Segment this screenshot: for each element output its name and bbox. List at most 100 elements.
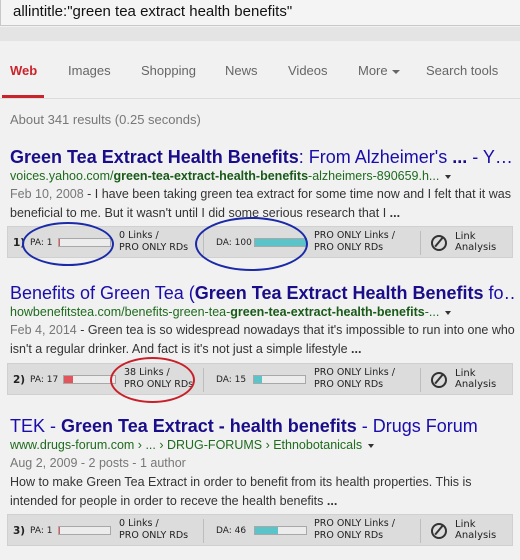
title-tail: - Drugs Forum <box>356 416 478 436</box>
url-bold: green-tea-extract-health-benefits <box>230 305 425 319</box>
search-result: TEK - Green Tea Extract - health benefit… <box>10 415 515 511</box>
url-options-caret-icon[interactable] <box>445 174 452 179</box>
tab-videos[interactable]: Videos <box>288 63 328 78</box>
result-title-link[interactable]: Green Tea Extract Health Benefits: From … <box>10 146 515 168</box>
links-count: 0 Links / <box>119 230 159 241</box>
divider <box>420 231 421 255</box>
divider <box>203 368 204 392</box>
search-tabs: Web Images Shopping News Videos More Sea… <box>0 41 520 99</box>
da-bar <box>254 238 307 247</box>
seo-metrics-bar: 1) PA: 1 0 Links / PRO ONLY RDs DA: 100 P… <box>7 226 513 258</box>
url-post: -alzheimers-890659.h... <box>308 169 440 183</box>
chevron-down-icon <box>391 69 400 74</box>
pa-label: PA: 1 <box>30 526 53 536</box>
url-bold: green-tea-extract-health-benefits <box>113 169 309 183</box>
result-date: Feb 10, 2008 <box>10 187 84 201</box>
title-text: Benefits of Green Tea ( <box>10 283 195 303</box>
domain-links-count: PRO ONLY Links / <box>314 518 395 529</box>
result-url: voices.yahoo.com/green-tea-extract-healt… <box>10 168 515 185</box>
pa-bar-fill <box>64 376 73 383</box>
url-pre: voices.yahoo.com/ <box>10 169 114 183</box>
page-links: 38 Links / PRO ONLY RDs <box>124 367 193 391</box>
da-bar-fill <box>255 239 306 246</box>
pa-label: PA: 17 <box>30 375 59 385</box>
da-bar-fill <box>254 376 262 383</box>
page-links: 0 Links / PRO ONLY RDs <box>119 518 188 542</box>
da-bar-fill <box>255 527 279 534</box>
title-text: TEK - <box>10 416 62 436</box>
pa-bar <box>58 526 111 535</box>
snippet-text: - I have been taking green tea extract f… <box>10 187 511 220</box>
title-bold: Green Tea Extract - health benefits <box>61 416 357 436</box>
divider <box>420 519 421 543</box>
compass-icon <box>431 372 447 388</box>
result-title-link[interactable]: Benefits of Green Tea (Green Tea Extract… <box>10 282 515 304</box>
result-date: Feb 4, 2014 <box>10 323 77 337</box>
snippet-ellipsis: ... <box>389 206 401 220</box>
tab-news[interactable]: News <box>225 63 258 78</box>
title-tail: - Y… <box>467 147 513 167</box>
result-stats: About 341 results (0.25 seconds) <box>10 112 201 127</box>
title-bold: Green Tea Extract Health Benefits <box>10 147 299 167</box>
title-bold: Green Tea Extract Health Benefits <box>194 283 484 303</box>
tab-more-label: More <box>358 63 388 78</box>
title-text: : From Alzheimer's <box>298 147 453 167</box>
domain-links-count: PRO ONLY Links / <box>314 367 395 378</box>
active-tab-indicator <box>2 95 44 98</box>
da-label: DA: 46 <box>216 526 247 536</box>
domain-links: PRO ONLY Links / PRO ONLY RDs <box>314 367 395 391</box>
da-label: DA: 100 <box>216 238 252 248</box>
links-count: 0 Links / <box>119 518 159 529</box>
da-bar <box>253 375 306 384</box>
rds-count: PRO ONLY RDs <box>124 379 194 390</box>
result-meta: Aug 2, 2009 - 2 posts - 1 author <box>10 454 515 473</box>
url-breadcrumb: www.drugs-forum.com › ... › DRUG-FORUMS … <box>10 438 363 452</box>
domain-rds-count: PRO ONLY RDs <box>314 242 384 253</box>
result-url: www.drugs-forum.com › ... › DRUG-FORUMS … <box>10 437 515 454</box>
pa-bar <box>63 375 116 384</box>
domain-links: PRO ONLY Links / PRO ONLY RDs <box>314 230 395 254</box>
snippet-ellipsis: ... <box>351 342 362 356</box>
da-label: DA: 15 <box>216 375 247 385</box>
search-result: Green Tea Extract Health Benefits: From … <box>10 146 515 223</box>
snippet-ellipsis: ... <box>326 494 338 508</box>
result-title-link[interactable]: TEK - Green Tea Extract - health benefit… <box>10 415 515 437</box>
url-pre: howbenefitstea.com/benefits-green-tea- <box>10 305 231 319</box>
tab-web[interactable]: Web <box>10 63 37 78</box>
seo-metrics-bar: 2) PA: 17 38 Links / PRO ONLY RDs DA: 15 … <box>7 363 513 395</box>
links-count: 38 Links / <box>124 367 170 378</box>
result-url: howbenefitstea.com/benefits-green-tea-gr… <box>10 304 515 321</box>
search-query[interactable]: allintitle:"green tea extract health ben… <box>13 3 292 20</box>
divider <box>420 368 421 392</box>
url-options-caret-icon[interactable] <box>445 310 452 315</box>
compass-icon <box>431 523 447 539</box>
search-input[interactable]: allintitle:"green tea extract health ben… <box>0 0 520 26</box>
result-snippet: How to make Green Tea Extract in order t… <box>10 473 515 511</box>
title-ellipsis: ... <box>452 147 468 167</box>
snippet-text: How to make Green Tea Extract in order t… <box>10 475 472 508</box>
result-rank: 3) <box>13 525 26 537</box>
result-rank: 2) <box>13 374 26 386</box>
domain-links-count: PRO ONLY Links / <box>314 230 395 241</box>
compass-icon <box>431 235 447 251</box>
url-options-caret-icon[interactable] <box>368 443 375 448</box>
divider <box>203 231 204 255</box>
search-result: Benefits of Green Tea (Green Tea Extract… <box>10 282 515 359</box>
page-links: 0 Links / PRO ONLY RDs <box>119 230 188 254</box>
tab-more[interactable]: More <box>358 63 400 78</box>
pa-bar <box>58 238 111 247</box>
tab-search-tools[interactable]: Search tools <box>426 63 498 78</box>
tab-shopping[interactable]: Shopping <box>141 63 196 78</box>
result-rank: 1) <box>13 237 26 249</box>
pa-label: PA: 1 <box>30 238 53 248</box>
tab-images[interactable]: Images <box>68 63 111 78</box>
pa-bar-fill <box>59 527 61 534</box>
title-tail: fo… <box>488 283 515 303</box>
link-analysis-label: Link Analysis <box>455 368 497 390</box>
da-bar <box>254 526 307 535</box>
link-analysis-label: Link Analysis <box>455 519 497 541</box>
divider <box>203 519 204 543</box>
url-post: -... <box>424 305 440 319</box>
header-band <box>0 27 520 41</box>
domain-rds-count: PRO ONLY RDs <box>314 530 384 541</box>
